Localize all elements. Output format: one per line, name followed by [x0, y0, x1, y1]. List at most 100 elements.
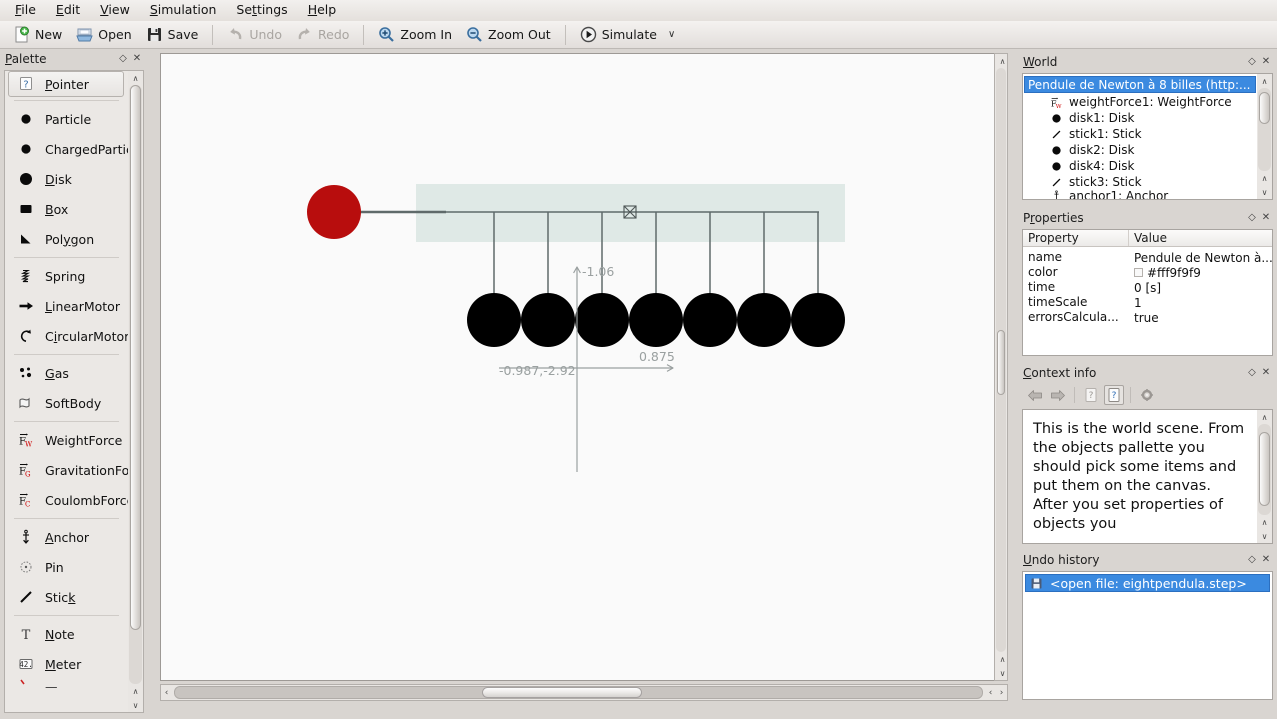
palette-scroll-down-arrow-b[interactable]: ∨ — [128, 698, 143, 712]
context-scroll-thumb[interactable] — [1259, 432, 1270, 506]
canvas-hscroll-thumb[interactable] — [482, 687, 642, 698]
world-tree-item-disk1[interactable]: disk1: Disk — [1023, 110, 1257, 126]
undo-history-float-button[interactable]: ◇ — [1245, 553, 1259, 567]
world-scrollbar[interactable]: ∧ ∧ ∨ — [1257, 74, 1272, 199]
palette-item-linearmotor[interactable]: LinearMotor — [5, 291, 128, 321]
world-scroll-up-arrow[interactable]: ∧ — [1257, 74, 1272, 88]
palette-item-partial[interactable]: — — [5, 679, 128, 693]
menu-simulation[interactable]: Simulation — [141, 1, 226, 20]
open-button[interactable]: Open — [69, 23, 138, 47]
palette-close-button[interactable]: ✕ — [130, 52, 144, 66]
redo-button[interactable]: Redo — [289, 23, 356, 47]
context-info-float-button[interactable]: ◇ — [1245, 366, 1259, 380]
palette-item-meter[interactable]: 42. Meter — [5, 649, 128, 679]
undo-history-close-button[interactable]: ✕ — [1259, 553, 1273, 567]
canvas-scroll-down-arrow-a[interactable]: ∧ — [995, 652, 1010, 666]
palette-scroll-up-arrow[interactable]: ∧ — [128, 71, 143, 85]
column-header-property[interactable]: Property — [1023, 230, 1129, 246]
palette-float-button[interactable]: ◇ — [116, 52, 130, 66]
canvas-hscroll-left-arrow[interactable]: ‹ — [165, 688, 169, 698]
property-value[interactable]: 0 [s] — [1129, 280, 1272, 295]
simulation-canvas[interactable]: -1.06 0.875 -0.987,-2.92 — [161, 54, 1006, 680]
simulate-dropdown-button[interactable]: ∨ — [664, 23, 679, 47]
canvas-hscroll-track[interactable] — [174, 686, 983, 699]
canvas-vertical-scrollbar[interactable]: ∧ ∧ ∨ — [994, 53, 1008, 681]
world-float-button[interactable]: ◇ — [1245, 55, 1259, 69]
back-button[interactable] — [1025, 385, 1045, 405]
property-value[interactable]: true — [1129, 310, 1272, 325]
palette-item-particle[interactable]: Particle — [5, 104, 128, 134]
canvas-horizontal-scrollbar[interactable]: ‹ ‹ › — [160, 684, 1008, 701]
palette-item-anchor[interactable]: Anchor — [5, 522, 128, 552]
context-info-scrollbar[interactable]: ∧ ∧ ∨ — [1257, 410, 1272, 543]
simulate-button[interactable]: Simulate — [573, 23, 664, 47]
undo-button[interactable]: Undo — [220, 23, 289, 47]
palette-item-chargedparticle[interactable]: ChargedParticle — [5, 134, 128, 164]
palette-item-note[interactable]: T Note — [5, 619, 128, 649]
property-value[interactable]: #fff9f9f9 — [1129, 265, 1272, 280]
menu-settings[interactable]: Settings — [227, 1, 296, 20]
list-item[interactable]: <open file: eightpendula.step> — [1025, 574, 1270, 592]
palette-scroll-thumb[interactable] — [130, 85, 141, 630]
world-tree-item-stick3[interactable]: stick3: Stick — [1023, 174, 1257, 190]
world-scroll-down-arrow-b[interactable]: ∨ — [1257, 185, 1272, 199]
context-scroll-track[interactable] — [1258, 424, 1271, 515]
world-scroll-down-arrow-a[interactable]: ∧ — [1257, 171, 1272, 185]
canvas-hscroll-left-arrow-group[interactable]: ‹ — [161, 688, 172, 698]
palette-item-spring[interactable]: Spring — [5, 261, 128, 291]
context-scroll-down-arrow-b[interactable]: ∨ — [1257, 529, 1272, 543]
world-scroll-track[interactable] — [1258, 88, 1271, 171]
forward-button[interactable] — [1048, 385, 1068, 405]
palette-item-gas[interactable]: Gas — [5, 358, 128, 388]
help-page-button[interactable]: ? — [1081, 385, 1101, 405]
palette-scroll-track[interactable] — [129, 85, 142, 684]
palette-item-weightforce[interactable]: F W WeightForce — [5, 425, 128, 455]
menu-file[interactable]: File — [6, 1, 45, 20]
property-value[interactable]: Pendule de Newton à... — [1129, 250, 1272, 265]
context-scroll-down-arrow-a[interactable]: ∧ — [1257, 515, 1272, 529]
palette-item-polygon[interactable]: Polygon — [5, 224, 128, 254]
canvas-scroll-up-arrow[interactable]: ∧ — [995, 54, 1010, 68]
world-tree-item-stick1[interactable]: stick1: Stick — [1023, 126, 1257, 142]
menu-help[interactable]: Help — [299, 1, 346, 20]
canvas-hscroll-right-arrow[interactable]: › — [1000, 688, 1004, 698]
table-row[interactable]: time 0 [s] — [1023, 280, 1272, 295]
palette-item-circularmotor[interactable]: CircularMotor — [5, 321, 128, 351]
palette-item-stick[interactable]: Stick — [5, 582, 128, 612]
zoom-out-button[interactable]: Zoom Out — [459, 23, 558, 47]
world-close-button[interactable]: ✕ — [1259, 55, 1273, 69]
table-row[interactable]: name Pendule de Newton à... — [1023, 250, 1272, 265]
palette-item-softbody[interactable]: SoftBody — [5, 388, 128, 418]
table-row[interactable]: timeScale 1 — [1023, 295, 1272, 310]
zoom-in-button[interactable]: Zoom In — [371, 23, 459, 47]
world-tree-root[interactable]: Pendule de Newton à 8 billes (http:... — [1024, 76, 1256, 93]
context-info-close-button[interactable]: ✕ — [1259, 366, 1273, 380]
palette-scroll-down-arrow-a[interactable]: ∧ — [128, 684, 143, 698]
new-button[interactable]: New — [6, 23, 69, 47]
menu-edit[interactable]: Edit — [47, 1, 89, 20]
property-value[interactable]: 1 — [1129, 295, 1272, 310]
settings-button[interactable] — [1137, 385, 1157, 405]
palette-item-disk[interactable]: Disk — [5, 164, 128, 194]
table-row[interactable]: errorsCalcula... true — [1023, 310, 1272, 325]
properties-float-button[interactable]: ◇ — [1245, 211, 1259, 225]
world-scroll-thumb[interactable] — [1259, 92, 1270, 124]
world-tree-item-disk4[interactable]: disk4: Disk — [1023, 158, 1257, 174]
table-row[interactable]: color #fff9f9f9 — [1023, 265, 1272, 280]
palette-item-box[interactable]: Box — [5, 194, 128, 224]
canvas-vscroll-thumb[interactable] — [997, 330, 1005, 395]
canvas-vscroll-track[interactable] — [996, 68, 1006, 652]
help-page-active-button[interactable]: ? — [1104, 385, 1124, 405]
menu-view[interactable]: View — [91, 1, 139, 20]
column-header-value[interactable]: Value — [1129, 230, 1167, 246]
context-scroll-up-arrow[interactable]: ∧ — [1257, 410, 1272, 424]
properties-close-button[interactable]: ✕ — [1259, 211, 1273, 225]
world-tree-item-disk2[interactable]: disk2: Disk — [1023, 142, 1257, 158]
canvas-hscroll-right-arrows[interactable]: ‹ › — [985, 688, 1007, 698]
palette-item-pin[interactable]: Pin — [5, 552, 128, 582]
palette-item-pointer[interactable]: ? Pointer — [8, 71, 124, 97]
world-tree-item-weightforce1[interactable]: F W weightForce1: WeightForce — [1023, 94, 1257, 110]
save-button[interactable]: Save — [139, 23, 206, 47]
world-tree-item-anchor1[interactable]: anchor1: Anchor — [1023, 190, 1257, 199]
canvas-hscroll-left-arrow-2[interactable]: ‹ — [989, 688, 993, 698]
